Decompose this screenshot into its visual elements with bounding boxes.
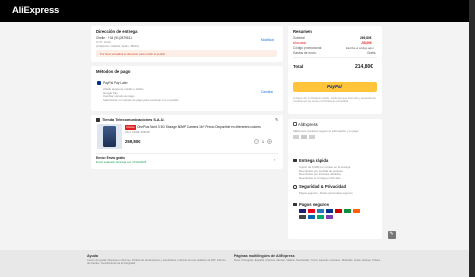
payment-card: Métodos de pago PayPal Pay Later Añadir …: [91, 66, 283, 111]
paypal-pay-button[interactable]: PayPal: [293, 82, 377, 92]
privacy-line: Pagos seguros · Datos personales seguros: [299, 191, 353, 195]
footer-language-links[interactable]: Ruso, Portugués, Español, Francés, Alemá…: [234, 259, 380, 262]
address-line2: (Chapinero, Madrid, Spain, 28001): [96, 43, 139, 48]
card-logo-icon: [317, 215, 324, 219]
payment-logos-grid: [299, 209, 369, 229]
maestro-logo-icon: [335, 209, 342, 213]
paypal-logo-icon: [326, 209, 333, 213]
divider: [293, 57, 377, 58]
summary-row-value: 269,80€: [360, 36, 372, 40]
footer-help-text: Centro de ayuda, Disputas e informes, Po…: [87, 259, 227, 266]
credit-card-icon: [293, 203, 297, 206]
top-bar: AliExpress: [0, 0, 475, 22]
summary-row-label: Ahorrado: [293, 41, 307, 45]
phone-shape: [103, 126, 116, 147]
product-title[interactable]: OnePlus Nord 3 5G Storage 80MP Camera 16…: [137, 125, 261, 129]
privacy-title: Seguridad & Privacidad: [299, 184, 347, 189]
summary-row-value: Gratis: [367, 51, 376, 55]
total-label: Total: [293, 64, 304, 69]
warning-text: Por favor actualiza tu dirección para re…: [100, 52, 166, 56]
payment-title: Métodos de pago: [96, 69, 131, 74]
promo-code-input[interactable]: Escribe el código aquí: [346, 46, 374, 50]
qty-plus-button[interactable]: +: [267, 139, 272, 144]
card-logo-icon: [299, 215, 306, 219]
qty-minus-button[interactable]: −: [254, 139, 259, 144]
amex-logo-icon: [317, 209, 324, 213]
jcb-logo-icon: [344, 209, 351, 213]
qty-value[interactable]: 1: [262, 140, 264, 144]
summary-title: Resumen: [293, 29, 312, 34]
card-logo-icon: [293, 135, 299, 139]
paypal-icon: [97, 81, 101, 85]
aliexpress-info-subtitle: AliExpress mantiene seguro tu informació…: [293, 129, 359, 133]
paypal-option[interactable]: PayPal Pay Later: [103, 81, 128, 85]
legal-text: Al hacer clic en Realizar pedido, confir…: [293, 97, 377, 104]
shipping-detail: Envío estándar: Entrega est. 27/10/2023: [96, 160, 147, 164]
address-card: Dirección de entrega Chelle · +34 (91)28…: [91, 26, 283, 62]
store-name[interactable]: Tienda Telecomunicaciones S.A.U.: [102, 118, 165, 122]
footer-languages-title: Páginas multilingües de AliExpress: [234, 254, 295, 258]
aliexpress-logo[interactable]: AliExpress: [12, 5, 59, 16]
change-payment-link[interactable]: Cambiar: [261, 90, 273, 94]
lock-icon: [293, 185, 297, 189]
card-logo-icon: [308, 215, 315, 219]
footer: Ayuda Centro de ayuda, Disputas e inform…: [0, 250, 475, 277]
summary-card: Resumen Subtotal 269,80€ Ahorrado -55,00…: [288, 26, 382, 114]
legal-text-content: Al hacer clic en Realizar pedido, confir…: [293, 97, 376, 104]
edit-address-link[interactable]: Modificar: [261, 38, 274, 42]
summary-row-label: Gastos de envío: [293, 51, 317, 55]
secure-pay-title: Pagos seguros: [299, 202, 330, 207]
card-logo-icon: [309, 135, 315, 139]
visa-logo-icon: [299, 209, 306, 213]
address-title: Dirección de entrega: [96, 29, 138, 34]
product-price: 259,80€: [125, 139, 141, 144]
footer-languages-text: Ruso, Portugués, Español, Francés, Alemá…: [234, 259, 384, 262]
summary-row-label: Subtotal: [293, 36, 305, 40]
edit-icon[interactable]: ✎: [275, 117, 278, 122]
right-edge: [469, 0, 475, 277]
shield-icon: [293, 122, 297, 126]
truck-icon: [293, 159, 297, 162]
pencil-icon: ✎: [389, 231, 394, 237]
divider: [96, 153, 278, 154]
chevron-right-icon[interactable]: ›: [274, 157, 275, 162]
card-logo-icon: [301, 135, 307, 139]
card-logo-icon: [326, 215, 333, 219]
total-value: 214,80€: [355, 64, 374, 70]
payment-logos-row: [293, 135, 333, 140]
aliexpress-info-title: AliExpress: [298, 122, 318, 127]
assurance-card: AliExpress AliExpress mantiene seguro tu…: [288, 119, 382, 239]
footer-help-links[interactable]: Centro de ayuda, Disputas e informes, Po…: [87, 259, 226, 265]
footer-help-title: Ayuda: [87, 254, 98, 258]
store-icon: [96, 118, 100, 122]
discover-logo-icon: [353, 209, 360, 213]
delivery-title: Entrega rápida: [299, 158, 329, 163]
order-card: Tienda Telecomunicaciones S.A.U. ✎ Choic…: [91, 115, 283, 169]
product-variant[interactable]: Azul, 16GB+256GB: [125, 130, 150, 134]
address-warning: Por favor actualiza tu dirección para re…: [96, 50, 277, 57]
product-image[interactable]: [97, 124, 122, 149]
mastercard-logo-icon: [308, 209, 315, 213]
paypal-button-label: PayPal: [327, 84, 342, 89]
promo-code-label: Código promocional: [293, 46, 322, 50]
payment-note: Seleccionar un método de pago para conti…: [103, 97, 179, 102]
summary-row-value: -55,00€: [361, 41, 372, 45]
feedback-button[interactable]: ✎: [388, 231, 396, 239]
delivery-line: Reembolso si no llega en 60 días: [299, 175, 341, 180]
